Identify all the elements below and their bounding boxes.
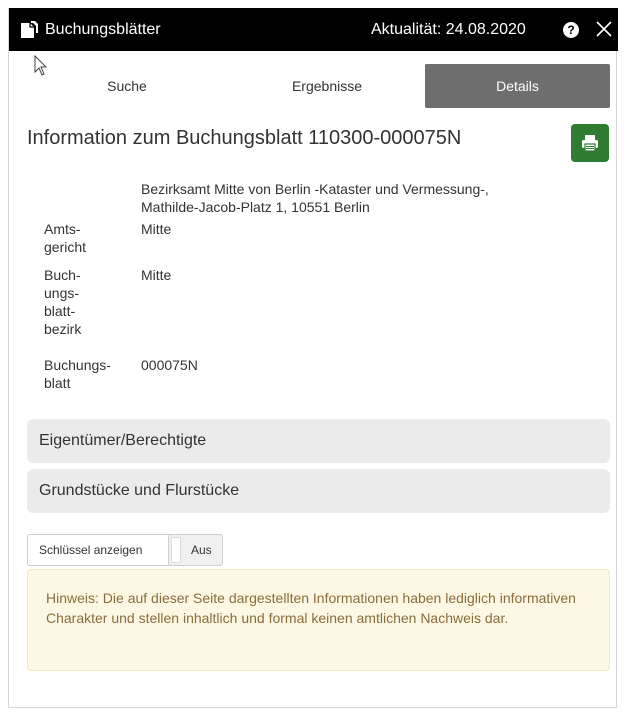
toggle-knob bbox=[171, 537, 181, 563]
office-line-1: Bezirksamt Mitte von Berlin -Kataster un… bbox=[141, 181, 489, 197]
notice-text: Hinweis: Die auf dieser Seite dargestell… bbox=[46, 590, 576, 626]
title-bar: Buchungsblätter Aktualität: 24.08.2020 ? bbox=[9, 8, 618, 51]
office-line-2: Mathilde-Jacob-Platz 1, 10551 Berlin bbox=[141, 199, 370, 215]
window-title: Buchungsblätter bbox=[45, 21, 161, 38]
label-line: blatt- bbox=[44, 303, 76, 319]
label-line: Buchungs- bbox=[44, 357, 111, 373]
field-label: Buch- ungs- blatt- bezirk bbox=[44, 266, 104, 338]
field-value: 000075N bbox=[141, 357, 198, 373]
field-value: Mitte bbox=[141, 267, 172, 283]
tab-details[interactable]: Details bbox=[425, 64, 610, 108]
print-button[interactable] bbox=[571, 124, 609, 162]
field-label: Buchungs- blatt bbox=[44, 356, 111, 392]
label-line: Amts- bbox=[44, 221, 81, 237]
tab-ergebnisse[interactable]: Ergebnisse bbox=[227, 64, 427, 108]
toggle-state: Aus bbox=[191, 543, 212, 557]
label-line: gericht bbox=[44, 239, 87, 255]
label-line: bezirk bbox=[44, 321, 82, 337]
question-circle-icon[interactable]: ? bbox=[563, 22, 579, 38]
page-title: Information zum Buchungsblatt 110300-000… bbox=[27, 127, 462, 149]
tab-suche[interactable]: Suche bbox=[27, 64, 227, 108]
print-icon bbox=[582, 135, 598, 152]
key-toggle-label[interactable]: Schlüssel anzeigen bbox=[27, 534, 173, 566]
label-line: ungs- bbox=[44, 285, 80, 301]
field-label: Amts- gericht bbox=[44, 220, 104, 256]
document-icon bbox=[19, 20, 39, 40]
tab-bar: Suche Ergebnisse Details bbox=[27, 64, 610, 108]
close-icon[interactable] bbox=[594, 19, 614, 39]
update-date: Aktualität: 24.08.2020 bbox=[371, 21, 526, 38]
label-line: Buch- bbox=[44, 267, 81, 283]
field-value: Mitte bbox=[141, 221, 172, 237]
notice-box: Hinweis: Die auf dieser Seite dargestell… bbox=[27, 569, 610, 671]
key-toggle-switch[interactable]: Aus bbox=[168, 534, 223, 566]
section-grundstuecke[interactable]: Grundstücke und Flurstücke bbox=[27, 469, 610, 513]
label-line: blatt bbox=[44, 375, 71, 391]
buchungsblaetter-window: Buchungsblätter Aktualität: 24.08.2020 ?… bbox=[8, 8, 618, 708]
section-eigentuemer[interactable]: Eigentümer/Berechtigte bbox=[27, 419, 610, 463]
